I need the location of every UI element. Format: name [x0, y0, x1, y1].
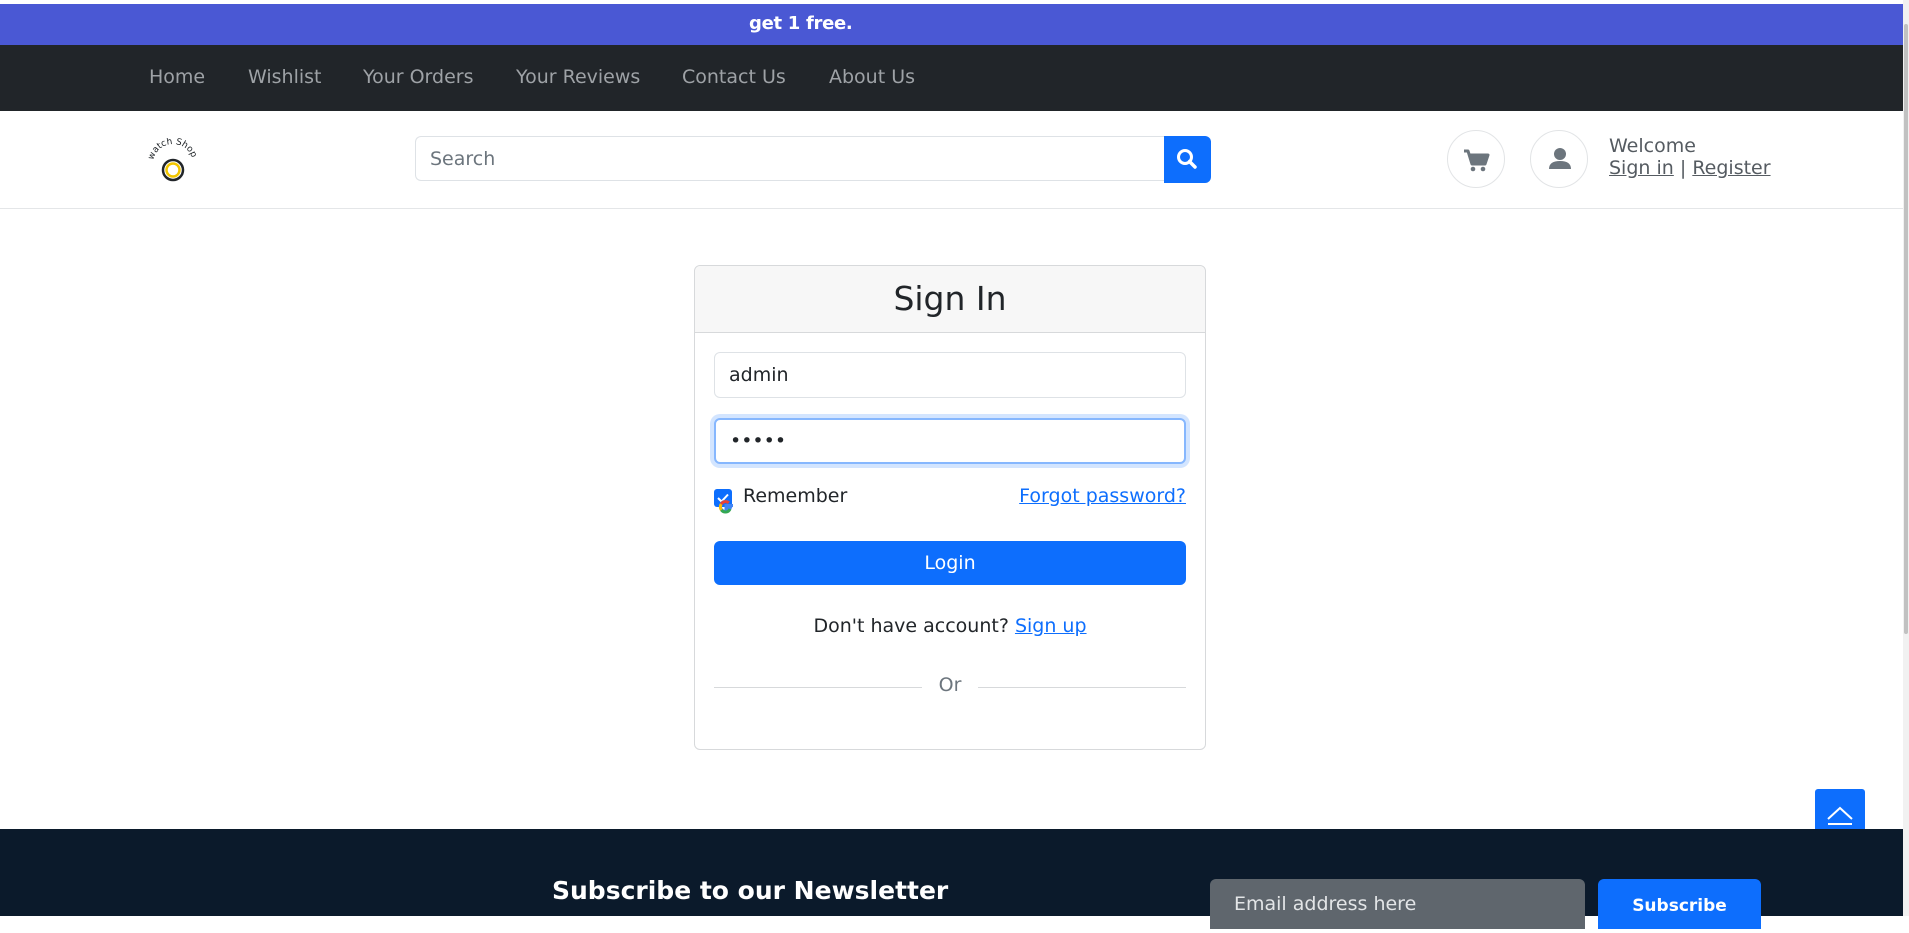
- sign-in-link[interactable]: Sign in: [1609, 157, 1674, 179]
- account-button[interactable]: [1530, 130, 1588, 188]
- nav-item-home[interactable]: Home: [149, 66, 205, 88]
- newsletter-footer: Subscribe to our Newsletter Subscribe: [0, 829, 1903, 929]
- nav-item-about-us[interactable]: About Us: [829, 66, 915, 88]
- main-navbar: Home Wishlist Your Orders Your Reviews C…: [0, 45, 1903, 111]
- sign-in-card: Sign In Remember Forgot password? Login …: [694, 265, 1206, 750]
- cart-button[interactable]: [1447, 130, 1505, 188]
- remember-label: Remember: [743, 485, 848, 507]
- search-input[interactable]: [415, 136, 1164, 181]
- sign-in-title: Sign In: [695, 266, 1205, 333]
- welcome-text: Welcome: [1609, 135, 1696, 157]
- page-scrollbar-thumb[interactable]: [1904, 24, 1908, 634]
- cart-icon: [1464, 149, 1490, 172]
- newsletter-title: Subscribe to our Newsletter: [552, 876, 949, 905]
- nav-item-wishlist[interactable]: Wishlist: [248, 66, 322, 88]
- newsletter-email-input[interactable]: [1210, 879, 1585, 929]
- sign-up-link[interactable]: Sign up: [1015, 615, 1087, 637]
- promo-text: get 1 free.: [749, 13, 853, 34]
- subscribe-button[interactable]: Subscribe: [1598, 879, 1761, 929]
- username-field[interactable]: [714, 352, 1186, 398]
- search-button[interactable]: [1164, 136, 1211, 183]
- password-field[interactable]: [714, 418, 1186, 464]
- signup-prompt: Don't have account? Sign up: [695, 615, 1205, 637]
- remember-row: Remember Forgot password?: [714, 485, 1186, 517]
- nav-item-your-orders[interactable]: Your Orders: [363, 66, 474, 88]
- or-divider: Or: [714, 674, 1186, 702]
- no-account-text: Don't have account?: [813, 615, 1009, 637]
- promo-banner: get 1 free.: [0, 4, 1903, 45]
- google-icon: [718, 500, 733, 514]
- nav-item-contact-us[interactable]: Contact Us: [682, 66, 786, 88]
- logo-text: watch Shop: [148, 138, 198, 161]
- auth-links: Sign in | Register: [1609, 157, 1771, 179]
- user-icon: [1549, 148, 1571, 169]
- search-icon: [1177, 149, 1197, 169]
- login-button[interactable]: Login: [714, 541, 1186, 585]
- nav-item-your-reviews[interactable]: Your Reviews: [516, 66, 640, 88]
- forgot-password-link[interactable]: Forgot password?: [1019, 485, 1186, 507]
- divider-line-right: [978, 687, 1186, 688]
- or-text: Or: [938, 674, 962, 696]
- auth-separator: |: [1679, 157, 1687, 179]
- register-link[interactable]: Register: [1692, 157, 1770, 179]
- watch-shop-logo[interactable]: watch Shop: [148, 138, 198, 184]
